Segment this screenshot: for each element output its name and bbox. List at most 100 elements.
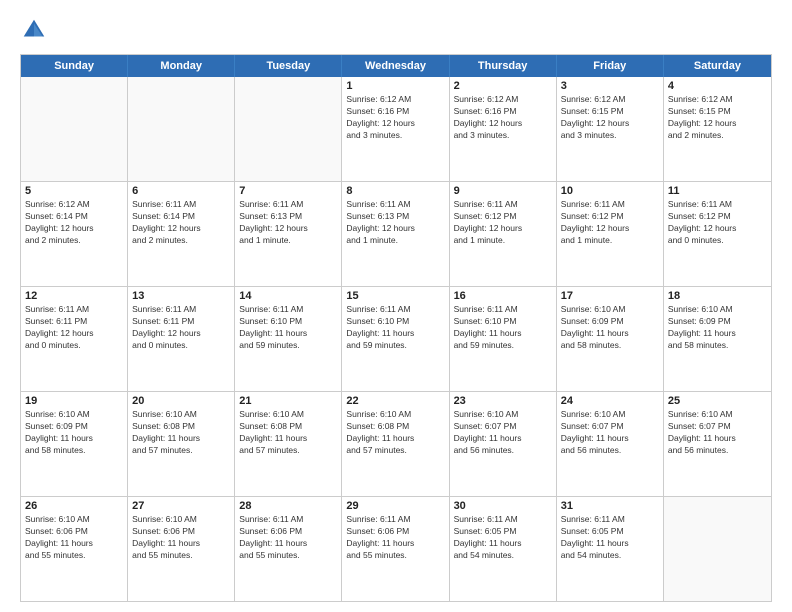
calendar-cell: 1 Sunrise: 6:12 AM Sunset: 6:16 PM Daylig… — [342, 77, 449, 181]
day-number: 29 — [346, 500, 444, 512]
day-number: 24 — [561, 395, 659, 407]
calendar-cell: 31 Sunrise: 6:11 AM Sunset: 6:05 PM Dayli… — [557, 497, 664, 601]
day-info: Sunrise: 6:11 AM Sunset: 6:05 PM Dayligh… — [454, 514, 552, 562]
day-info: Sunrise: 6:10 AM Sunset: 6:07 PM Dayligh… — [561, 409, 659, 457]
calendar-cell: 24 Sunrise: 6:10 AM Sunset: 6:07 PM Dayli… — [557, 392, 664, 496]
day-info: Sunrise: 6:12 AM Sunset: 6:15 PM Dayligh… — [668, 94, 767, 142]
day-number: 20 — [132, 395, 230, 407]
day-number: 31 — [561, 500, 659, 512]
day-number: 7 — [239, 185, 337, 197]
calendar-cell: 28 Sunrise: 6:11 AM Sunset: 6:06 PM Dayli… — [235, 497, 342, 601]
day-number: 1 — [346, 80, 444, 92]
day-info: Sunrise: 6:12 AM Sunset: 6:16 PM Dayligh… — [454, 94, 552, 142]
day-info: Sunrise: 6:10 AM Sunset: 6:08 PM Dayligh… — [346, 409, 444, 457]
calendar-header: SundayMondayTuesdayWednesdayThursdayFrid… — [21, 55, 771, 77]
day-number: 22 — [346, 395, 444, 407]
calendar-cell — [235, 77, 342, 181]
day-number: 12 — [25, 290, 123, 302]
calendar-cell: 9Sunrise: 6:11 AM Sunset: 6:12 PM Daylig… — [450, 182, 557, 286]
calendar-cell: 5 Sunrise: 6:12 AM Sunset: 6:14 PM Daylig… — [21, 182, 128, 286]
calendar-cell — [128, 77, 235, 181]
calendar-cell: 13 Sunrise: 6:11 AM Sunset: 6:11 PM Dayli… — [128, 287, 235, 391]
day-number: 9 — [454, 185, 552, 197]
calendar-cell: 23 Sunrise: 6:10 AM Sunset: 6:07 PM Dayli… — [450, 392, 557, 496]
day-info: Sunrise: 6:10 AM Sunset: 6:09 PM Dayligh… — [668, 304, 767, 352]
logo — [20, 16, 52, 44]
day-number: 26 — [25, 500, 123, 512]
day-info: Sunrise: 6:10 AM Sunset: 6:06 PM Dayligh… — [25, 514, 123, 562]
weekday-header: Tuesday — [235, 55, 342, 77]
day-info: Sunrise: 6:11 AM Sunset: 6:13 PM Dayligh… — [346, 199, 444, 247]
calendar-cell: 30 Sunrise: 6:11 AM Sunset: 6:05 PM Dayli… — [450, 497, 557, 601]
day-number: 11 — [668, 185, 767, 197]
day-info: Sunrise: 6:10 AM Sunset: 6:09 PM Dayligh… — [25, 409, 123, 457]
calendar-row: 5 Sunrise: 6:12 AM Sunset: 6:14 PM Daylig… — [21, 181, 771, 286]
day-number: 3 — [561, 80, 659, 92]
day-number: 5 — [25, 185, 123, 197]
calendar-cell — [21, 77, 128, 181]
calendar-cell: 22 Sunrise: 6:10 AM Sunset: 6:08 PM Dayli… — [342, 392, 449, 496]
day-number: 27 — [132, 500, 230, 512]
logo-icon — [20, 16, 48, 44]
day-info: Sunrise: 6:11 AM Sunset: 6:06 PM Dayligh… — [346, 514, 444, 562]
calendar-cell: 27 Sunrise: 6:10 AM Sunset: 6:06 PM Dayli… — [128, 497, 235, 601]
calendar-cell: 6Sunrise: 6:11 AM Sunset: 6:14 PM Daylig… — [128, 182, 235, 286]
calendar-cell: 20 Sunrise: 6:10 AM Sunset: 6:08 PM Dayli… — [128, 392, 235, 496]
calendar-cell: 4 Sunrise: 6:12 AM Sunset: 6:15 PM Daylig… — [664, 77, 771, 181]
calendar-cell: 19 Sunrise: 6:10 AM Sunset: 6:09 PM Dayli… — [21, 392, 128, 496]
calendar-cell: 17Sunrise: 6:10 AM Sunset: 6:09 PM Dayli… — [557, 287, 664, 391]
calendar-cell: 29 Sunrise: 6:11 AM Sunset: 6:06 PM Dayli… — [342, 497, 449, 601]
calendar-cell: 21 Sunrise: 6:10 AM Sunset: 6:08 PM Dayli… — [235, 392, 342, 496]
day-info: Sunrise: 6:11 AM Sunset: 6:10 PM Dayligh… — [239, 304, 337, 352]
day-number: 28 — [239, 500, 337, 512]
calendar-cell: 16 Sunrise: 6:11 AM Sunset: 6:10 PM Dayli… — [450, 287, 557, 391]
calendar-cell: 14Sunrise: 6:11 AM Sunset: 6:10 PM Dayli… — [235, 287, 342, 391]
day-number: 19 — [25, 395, 123, 407]
weekday-header: Wednesday — [342, 55, 449, 77]
day-number: 13 — [132, 290, 230, 302]
day-info: Sunrise: 6:12 AM Sunset: 6:14 PM Dayligh… — [25, 199, 123, 247]
day-number: 16 — [454, 290, 552, 302]
weekday-header: Friday — [557, 55, 664, 77]
calendar-cell: 15 Sunrise: 6:11 AM Sunset: 6:10 PM Dayli… — [342, 287, 449, 391]
day-number: 21 — [239, 395, 337, 407]
day-info: Sunrise: 6:12 AM Sunset: 6:15 PM Dayligh… — [561, 94, 659, 142]
calendar-cell: 10Sunrise: 6:11 AM Sunset: 6:12 PM Dayli… — [557, 182, 664, 286]
day-number: 23 — [454, 395, 552, 407]
day-info: Sunrise: 6:11 AM Sunset: 6:10 PM Dayligh… — [454, 304, 552, 352]
day-info: Sunrise: 6:11 AM Sunset: 6:10 PM Dayligh… — [346, 304, 444, 352]
day-info: Sunrise: 6:11 AM Sunset: 6:06 PM Dayligh… — [239, 514, 337, 562]
day-number: 15 — [346, 290, 444, 302]
calendar-cell: 26 Sunrise: 6:10 AM Sunset: 6:06 PM Dayli… — [21, 497, 128, 601]
day-info: Sunrise: 6:10 AM Sunset: 6:06 PM Dayligh… — [132, 514, 230, 562]
day-number: 30 — [454, 500, 552, 512]
day-info: Sunrise: 6:10 AM Sunset: 6:08 PM Dayligh… — [132, 409, 230, 457]
calendar-cell: 7 Sunrise: 6:11 AM Sunset: 6:13 PM Daylig… — [235, 182, 342, 286]
calendar-row: 19 Sunrise: 6:10 AM Sunset: 6:09 PM Dayli… — [21, 391, 771, 496]
day-info: Sunrise: 6:10 AM Sunset: 6:08 PM Dayligh… — [239, 409, 337, 457]
weekday-header: Thursday — [450, 55, 557, 77]
calendar-cell: 25Sunrise: 6:10 AM Sunset: 6:07 PM Dayli… — [664, 392, 771, 496]
day-number: 4 — [668, 80, 767, 92]
weekday-header: Monday — [128, 55, 235, 77]
day-info: Sunrise: 6:11 AM Sunset: 6:11 PM Dayligh… — [132, 304, 230, 352]
day-info: Sunrise: 6:11 AM Sunset: 6:13 PM Dayligh… — [239, 199, 337, 247]
calendar-cell — [664, 497, 771, 601]
day-info: Sunrise: 6:11 AM Sunset: 6:05 PM Dayligh… — [561, 514, 659, 562]
calendar-body: 1 Sunrise: 6:12 AM Sunset: 6:16 PM Daylig… — [21, 77, 771, 601]
day-info: Sunrise: 6:10 AM Sunset: 6:07 PM Dayligh… — [454, 409, 552, 457]
header — [20, 16, 772, 44]
day-info: Sunrise: 6:10 AM Sunset: 6:07 PM Dayligh… — [668, 409, 767, 457]
calendar-cell: 3 Sunrise: 6:12 AM Sunset: 6:15 PM Daylig… — [557, 77, 664, 181]
day-info: Sunrise: 6:11 AM Sunset: 6:12 PM Dayligh… — [668, 199, 767, 247]
day-info: Sunrise: 6:11 AM Sunset: 6:11 PM Dayligh… — [25, 304, 123, 352]
calendar-cell: 12 Sunrise: 6:11 AM Sunset: 6:11 PM Dayli… — [21, 287, 128, 391]
day-info: Sunrise: 6:12 AM Sunset: 6:16 PM Dayligh… — [346, 94, 444, 142]
calendar-cell: 2 Sunrise: 6:12 AM Sunset: 6:16 PM Daylig… — [450, 77, 557, 181]
day-number: 2 — [454, 80, 552, 92]
calendar: SundayMondayTuesdayWednesdayThursdayFrid… — [20, 54, 772, 602]
weekday-header: Saturday — [664, 55, 771, 77]
calendar-cell: 18Sunrise: 6:10 AM Sunset: 6:09 PM Dayli… — [664, 287, 771, 391]
day-number: 17 — [561, 290, 659, 302]
day-number: 6 — [132, 185, 230, 197]
